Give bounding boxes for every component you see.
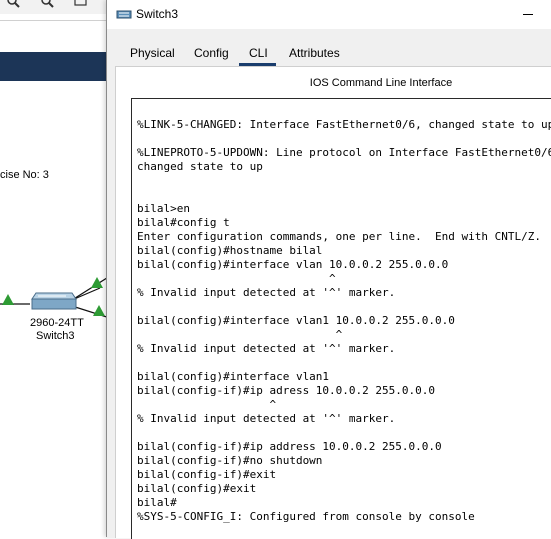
cli-output-line: %LINK-5-CHANGED: Interface FastEthernet0… [137, 118, 551, 131]
link-status-up-icon [2, 294, 14, 305]
cli-output-line: bilal(config)#interface vlan 10.0.0.2 25… [137, 258, 449, 271]
device-model-label: 2960-24TT [30, 317, 84, 329]
panel-title: IOS Command Line Interface [309, 77, 453, 89]
cli-output-line: %LINEPROTO-5-UPDOWN: Line protocol on In… [137, 146, 551, 159]
cli-output-line: Enter configuration commands, one per li… [137, 230, 541, 243]
cli-output-line: bilal# [137, 496, 177, 509]
workspace-header-band [0, 52, 110, 81]
link-status-up-icon [91, 277, 103, 288]
workspace-note: cise No: 3 [0, 169, 49, 181]
tab-physical[interactable]: Physical [130, 46, 175, 60]
cli-output-line: bilal(config)#exit [137, 482, 257, 495]
tab-attributes[interactable]: Attributes [289, 46, 340, 60]
cli-output-line: bilal(config)#interface vlan1 [137, 370, 330, 383]
cli-output-line: ^ [137, 328, 343, 341]
workspace-toolbar [0, 0, 110, 14]
cli-output-line: bilal(config)#interface vlan1 10.0.0.2 2… [137, 314, 455, 327]
switch-device-icon[interactable] [28, 287, 78, 315]
minimize-button[interactable] [511, 4, 541, 24]
tab-cli[interactable]: CLI [249, 46, 268, 60]
cli-output-line: changed state to up [137, 160, 263, 173]
cli-output-line: bilal#config t [137, 216, 230, 229]
cli-output-line: bilal>en [137, 202, 190, 215]
cli-output-line: % Invalid input detected at '^' marker. [137, 286, 396, 299]
switch-icon [116, 10, 132, 19]
palette-icon[interactable] [74, 0, 88, 10]
cli-output-line: ^ [137, 272, 336, 285]
window-titlebar[interactable]: Switch3 [107, 0, 551, 29]
cli-output-line: ^ [137, 398, 277, 411]
cli-output-line: bilal(config-if)#exit [137, 468, 277, 481]
window-title: Switch3 [136, 7, 179, 21]
workspace-background: cise No: 3 2960-24TT Switch3 [0, 0, 110, 537]
cli-output-line: % Invalid input detected at '^' marker. [137, 342, 396, 355]
zoom-icon[interactable] [6, 0, 20, 10]
cli-terminal[interactable]: %LINK-5-CHANGED: Interface FastEthernet0… [131, 98, 551, 539]
toolbar-divider [0, 20, 110, 21]
cli-output-line: bilal(config-if)#ip address 10.0.0.2 255… [137, 440, 442, 453]
cli-panel: IOS Command Line Interface %LINK-5-CHANG… [115, 66, 551, 539]
cli-output-line: bilal(config-if)#no shutdown [137, 454, 323, 467]
tab-bar: Physical Config CLI Attributes [107, 40, 551, 66]
device-dialog-window: Switch3 Physical Config CLI Attributes I… [106, 0, 551, 539]
cli-output-line: bilal(config-if)#ip adress 10.0.0.2 255.… [137, 384, 436, 397]
cli-output-line: bilal(config)#hostname bilal [137, 244, 323, 257]
tab-config[interactable]: Config [194, 46, 229, 60]
cli-output-line: % Invalid input detected at '^' marker. [137, 412, 396, 425]
device-name-label: Switch3 [36, 330, 75, 342]
cli-output-line: %SYS-5-CONFIG_I: Configured from console… [137, 510, 475, 523]
zoom-out-icon[interactable] [40, 0, 54, 10]
minimize-icon [523, 14, 533, 15]
link-status-up-icon [93, 305, 105, 316]
